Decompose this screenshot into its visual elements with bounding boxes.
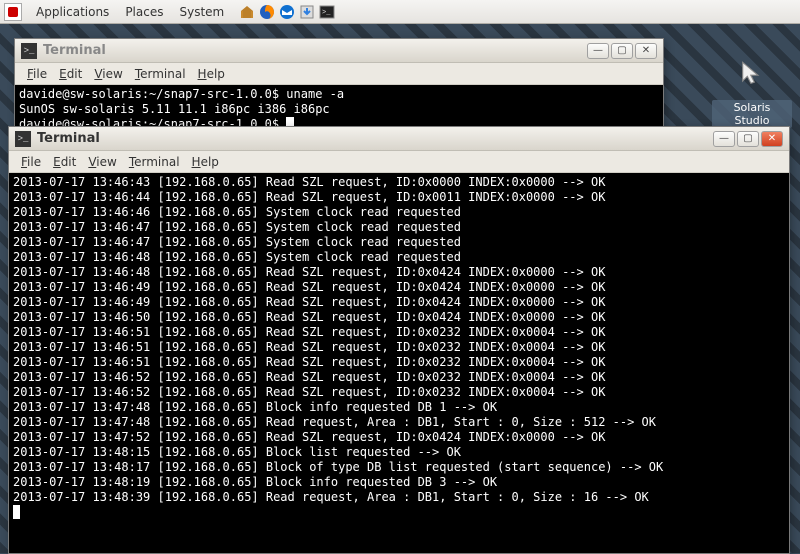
launcher-icons: >_ [238,3,336,21]
updater-icon[interactable] [298,3,316,21]
terminal-window-back: Terminal — ▢ ✕ FileEditViewTerminalHelp … [14,38,664,138]
terminal-icon [21,43,37,59]
firefox-icon[interactable] [258,3,276,21]
menu-view[interactable]: View [82,153,122,171]
menu-help[interactable]: Help [186,153,225,171]
menu-terminal[interactable]: Terminal [129,65,192,83]
titlebar[interactable]: Terminal — ▢ ✕ [9,127,789,151]
terminal-icon [15,131,31,147]
close-button[interactable]: ✕ [635,43,657,59]
menu-help[interactable]: Help [192,65,231,83]
menubar: FileEditViewTerminalHelp [15,63,663,85]
maximize-button[interactable]: ▢ [611,43,633,59]
top-panel: Applications Places System >_ [0,0,800,24]
desktop-icon-solaris-studio[interactable]: Solaris Studio [712,50,792,128]
desktop-icon-label: Solaris Studio [712,100,792,128]
window-title: Terminal [43,43,587,58]
svg-text:>_: >_ [322,9,331,17]
menu-terminal[interactable]: Terminal [123,153,186,171]
window-controls: — ▢ ✕ [587,43,657,59]
window-controls: — ▢ ✕ [713,131,783,147]
terminal-output[interactable]: 2013-07-17 13:46:43 [192.168.0.65] Read … [9,173,789,553]
minimize-button[interactable]: — [713,131,735,147]
cursor-arrow-icon [728,50,776,98]
home-icon[interactable] [238,3,256,21]
maximize-button[interactable]: ▢ [737,131,759,147]
system-menu[interactable]: System [171,3,232,21]
minimize-button[interactable]: — [587,43,609,59]
places-menu[interactable]: Places [117,3,171,21]
menu-file[interactable]: File [21,65,53,83]
thunderbird-icon[interactable] [278,3,296,21]
menu-edit[interactable]: Edit [53,65,88,83]
window-title: Terminal [37,131,713,146]
oracle-logo-icon[interactable] [4,3,22,21]
menu-edit[interactable]: Edit [47,153,82,171]
menu-file[interactable]: File [15,153,47,171]
menu-view[interactable]: View [88,65,128,83]
menubar: FileEditViewTerminalHelp [9,151,789,173]
applications-menu[interactable]: Applications [28,3,117,21]
titlebar[interactable]: Terminal — ▢ ✕ [15,39,663,63]
terminal-launcher-icon[interactable]: >_ [318,3,336,21]
close-button[interactable]: ✕ [761,131,783,147]
terminal-window-front: Terminal — ▢ ✕ FileEditViewTerminalHelp … [8,126,790,554]
